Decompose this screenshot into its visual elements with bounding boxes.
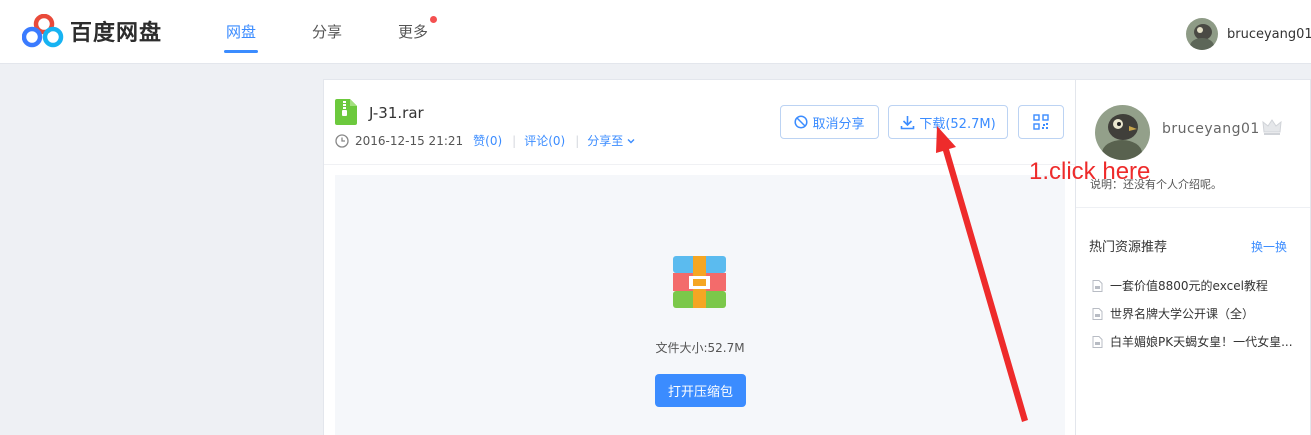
hot-resource-item[interactable]: 世界名牌大学公开课（全）	[1092, 305, 1254, 322]
hot-resource-item[interactable]: 白羊媚娘PK天蝎女皇！一代女皇...	[1092, 333, 1293, 350]
download-button[interactable]: 下载(52.7M)	[888, 105, 1008, 139]
qr-code-icon	[1033, 114, 1049, 130]
nav-tab-more[interactable]: 更多	[398, 16, 438, 42]
like-link[interactable]: 赞(0)	[473, 132, 502, 149]
sharer-name[interactable]: bruceyang01	[1162, 121, 1260, 137]
hot-resources-title: 热门资源推荐	[1089, 240, 1168, 255]
notification-dot	[430, 16, 438, 23]
active-tab-underline	[224, 50, 259, 53]
logo-text: 百度网盘	[70, 21, 163, 46]
cancel-circle-icon	[794, 115, 809, 129]
cancel-share-button[interactable]: 取消分享	[780, 105, 879, 139]
nav-tab-label: 网盘	[226, 23, 257, 41]
file-meta: 2016-12-15 21:21 赞(0) | 评论(0) | 分享至	[335, 132, 636, 149]
download-icon	[901, 115, 915, 129]
archive-file-icon	[335, 99, 357, 129]
document-icon	[1092, 335, 1103, 348]
qr-code-button[interactable]	[1018, 105, 1064, 139]
user-menu[interactable]: bruceyang01	[1186, 18, 1311, 50]
file-name: J-31.rar	[369, 104, 424, 122]
share-to-label: 分享至	[587, 134, 624, 148]
avatar	[1186, 18, 1218, 50]
top-header: 百度网盘 网盘 分享 更多 bruceyang01	[0, 0, 1311, 64]
comment-link[interactable]: 评论(0)	[524, 132, 565, 149]
nav-tab-wangpan[interactable]: 网盘	[224, 21, 259, 53]
nav-tab-share[interactable]: 分享	[312, 21, 342, 42]
open-archive-button[interactable]: 打开压缩包	[655, 374, 746, 407]
clock-icon	[335, 133, 349, 148]
document-icon	[1092, 307, 1103, 320]
nav-tab-label: 更多	[398, 23, 429, 41]
share-date: 2016-12-15 21:21	[355, 133, 464, 148]
meta-divider: |	[512, 133, 517, 148]
file-size-text: 文件大小:52.7M	[655, 341, 745, 355]
hot-resource-item[interactable]: 一套价值8800元的excel教程	[1092, 277, 1268, 294]
header-divider	[324, 164, 1075, 165]
header-user-name: bruceyang01	[1227, 26, 1311, 42]
sidebar-divider	[1076, 207, 1310, 208]
annotation-text: 1.click here	[1029, 158, 1151, 185]
logo[interactable]: 百度网盘	[22, 14, 162, 48]
archive-preview-icon	[673, 256, 726, 312]
chevron-down-icon	[627, 138, 635, 143]
hot-resource-label: 白羊媚娘PK天蝎女皇！一代女皇...	[1110, 335, 1293, 349]
meta-divider: |	[575, 133, 580, 148]
refresh-link[interactable]: 换一换	[1251, 238, 1287, 255]
file-preview-area: 文件大小:52.7M 打开压缩包	[335, 175, 1065, 435]
open-archive-label: 打开压缩包	[667, 385, 733, 400]
avatar[interactable]	[1095, 105, 1150, 160]
baidu-cloud-logo-icon	[22, 14, 64, 48]
hot-resource-label: 一套价值8800元的excel教程	[1110, 279, 1268, 293]
sharer-sidebar: bruceyang01 说明：还没有个人介绍呢。 热门资源推荐 换一换 一套价值…	[1076, 79, 1311, 435]
cancel-share-label: 取消分享	[812, 116, 865, 132]
share-to-dropdown[interactable]: 分享至	[587, 132, 636, 149]
download-label: 下载(52.7M)	[919, 116, 996, 132]
nav-tab-label: 分享	[312, 23, 343, 41]
file-share-card: J-31.rar 2016-12-15 21:21 赞(0) | 评论(0) |…	[323, 79, 1076, 435]
document-icon	[1092, 279, 1103, 292]
crown-icon	[1262, 118, 1282, 140]
hot-resource-label: 世界名牌大学公开课（全）	[1110, 307, 1255, 321]
